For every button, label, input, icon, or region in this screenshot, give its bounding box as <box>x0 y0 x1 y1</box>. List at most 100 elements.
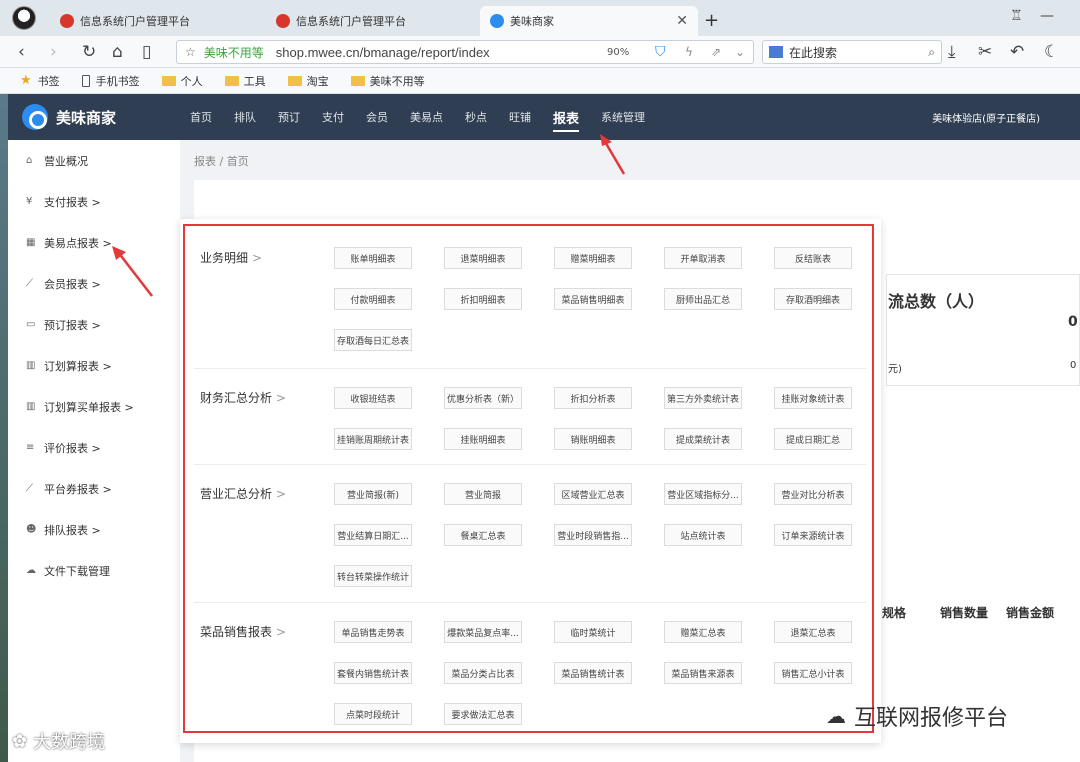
report-link-button[interactable]: 营业区域指标分... <box>664 483 742 505</box>
report-link-button[interactable]: 临时菜统计 <box>554 621 632 643</box>
report-link-button[interactable]: 菜品分类占比表 <box>444 662 522 684</box>
browser-tab-2[interactable]: 信息系统门户管理平台 <box>266 6 476 36</box>
share-icon[interactable]: ⇗ <box>711 45 721 59</box>
report-link-button[interactable]: 营业结算日期汇... <box>334 524 412 546</box>
bookmark-item[interactable]: 个人 <box>161 73 203 89</box>
user-avatar[interactable] <box>12 6 36 30</box>
sidebar-item[interactable]: ▦ 美易点报表 > <box>8 222 180 263</box>
url-text[interactable]: shop.mwee.cn/bmanage/report/index <box>276 45 490 60</box>
bookmark-item[interactable]: 手机书签 <box>81 73 140 89</box>
bookmark-item[interactable]: ★ 书签 <box>20 73 60 89</box>
moon-icon[interactable]: ☾ <box>1044 42 1059 62</box>
report-link-button[interactable]: 优惠分析表（新） <box>444 387 522 409</box>
scissors-icon[interactable]: ✂ <box>978 42 992 62</box>
report-link-button[interactable]: 要求做法汇总表 <box>444 703 522 725</box>
report-link-button[interactable]: 营业对比分析表 <box>774 483 852 505</box>
report-link-button[interactable]: 菜品销售来源表 <box>664 662 742 684</box>
home-icon[interactable]: ⌂ <box>112 42 123 62</box>
section-title[interactable]: 营业汇总分析 > <box>200 485 286 502</box>
sidebar-item[interactable]: ¥ 支付报表 > <box>8 181 180 222</box>
bookmark-item[interactable]: 工具 <box>224 73 266 89</box>
report-link-button[interactable]: 转台转菜操作统计 <box>334 565 412 587</box>
report-link-button[interactable]: 销账明细表 <box>554 428 632 450</box>
nav-item[interactable]: 报表 <box>553 94 580 140</box>
store-name[interactable]: 美味体验店(原子正餐店) <box>932 94 1040 140</box>
report-link-button[interactable]: 菜品销售统计表 <box>554 662 632 684</box>
nav-item[interactable]: 系统管理 <box>601 94 645 140</box>
report-link-button[interactable]: 爆款菜品复点率... <box>444 621 522 643</box>
report-link-button[interactable]: 站点统计表 <box>664 524 742 546</box>
bookmark-item[interactable]: 淘宝 <box>287 73 329 89</box>
minimize-icon[interactable]: — <box>1040 8 1054 24</box>
report-link-button[interactable]: 挂账对象统计表 <box>774 387 852 409</box>
report-link-button[interactable]: 收银班结表 <box>334 387 412 409</box>
address-bar[interactable]: ☆ 美味不用等 shop.mwee.cn/bmanage/report/inde… <box>176 40 754 64</box>
nav-item[interactable]: 排队 <box>234 94 256 140</box>
report-link-button[interactable]: 赠菜明细表 <box>554 247 632 269</box>
bookmark-star-icon[interactable]: ☆ <box>185 45 196 59</box>
nav-item[interactable]: 美易点 <box>410 94 443 140</box>
report-link-button[interactable]: 赠菜汇总表 <box>664 621 742 643</box>
nav-item[interactable]: 预订 <box>278 94 300 140</box>
chevron-down-icon[interactable]: ⌄ <box>735 45 745 59</box>
report-link-button[interactable]: 反结账表 <box>774 247 852 269</box>
section-title[interactable]: 菜品销售报表 > <box>200 623 286 640</box>
section-title[interactable]: 财务汇总分析 > <box>200 389 286 406</box>
report-link-button[interactable]: 点菜时段统计 <box>334 703 412 725</box>
report-link-button[interactable]: 退菜明细表 <box>444 247 522 269</box>
bolt-icon[interactable]: ϟ <box>685 45 693 59</box>
bookmark-item[interactable]: 美味不用等 <box>350 73 425 89</box>
report-link-button[interactable]: 开单取消表 <box>664 247 742 269</box>
search-engine-icon[interactable] <box>769 46 783 58</box>
sidebar-item[interactable]: ☻ 排队报表 > <box>8 509 180 550</box>
undo-icon[interactable]: ↶ <box>1010 42 1024 62</box>
nav-item[interactable]: 会员 <box>366 94 388 140</box>
report-link-button[interactable]: 第三方外卖统计表 <box>664 387 742 409</box>
search-box[interactable]: 在此搜索 ⌕ <box>762 40 942 64</box>
browser-tab-1[interactable]: 信息系统门户管理平台 <box>50 6 260 36</box>
report-link-button[interactable]: 折扣明细表 <box>444 288 522 310</box>
sidebar-item[interactable]: ≡ 评价报表 > <box>8 427 180 468</box>
search-input[interactable]: 在此搜索 <box>789 44 837 61</box>
nav-item[interactable]: 旺铺 <box>509 94 531 140</box>
report-link-button[interactable]: 销售汇总小计表 <box>774 662 852 684</box>
sidebar-item[interactable]: ⌂ 营业概况 <box>8 140 180 181</box>
nav-item[interactable]: 首页 <box>190 94 212 140</box>
report-link-button[interactable]: 存取酒每日汇总表 <box>334 329 412 351</box>
sidebar-item[interactable]: ⟋ 平台券报表 > <box>8 468 180 509</box>
report-link-button[interactable]: 挂账明细表 <box>444 428 522 450</box>
close-tab-icon[interactable]: ✕ <box>676 13 688 29</box>
report-link-button[interactable]: 套餐内销售统计表 <box>334 662 412 684</box>
search-icon[interactable]: ⌕ <box>928 45 935 60</box>
sidebar-item[interactable]: ⟋ 会员报表 > <box>8 263 180 304</box>
report-link-button[interactable]: 订单来源统计表 <box>774 524 852 546</box>
nav-item[interactable]: 支付 <box>322 94 344 140</box>
report-link-button[interactable]: 营业简报 <box>444 483 522 505</box>
forward-icon[interactable]: › <box>50 42 57 62</box>
reload-icon[interactable]: ↻ <box>82 42 96 62</box>
nav-item[interactable]: 秒点 <box>465 94 487 140</box>
report-link-button[interactable]: 提成日期汇总 <box>774 428 852 450</box>
sidebar-item[interactable]: ▥ 订划算报表 > <box>8 345 180 386</box>
report-link-button[interactable]: 付款明细表 <box>334 288 412 310</box>
report-link-button[interactable]: 区域营业汇总表 <box>554 483 632 505</box>
reader-icon[interactable]: ▯ <box>142 42 151 62</box>
report-link-button[interactable]: 退菜汇总表 <box>774 621 852 643</box>
shield-icon[interactable]: ⛉ <box>655 44 666 60</box>
report-link-button[interactable]: 餐桌汇总表 <box>444 524 522 546</box>
report-link-button[interactable]: 单品销售走势表 <box>334 621 412 643</box>
shirt-icon[interactable]: ♖ <box>1010 8 1023 24</box>
back-icon[interactable]: ‹ <box>18 42 25 62</box>
brand-logo[interactable]: 美味商家 <box>22 104 116 130</box>
download-icon[interactable]: ⤓ <box>948 42 956 62</box>
report-link-button[interactable]: 提成菜统计表 <box>664 428 742 450</box>
zoom-level[interactable]: 90% <box>607 47 629 58</box>
sidebar-item[interactable]: ▭ 预订报表 > <box>8 304 180 345</box>
new-tab-button[interactable]: + <box>704 10 719 31</box>
report-link-button[interactable]: 存取酒明细表 <box>774 288 852 310</box>
report-link-button[interactable]: 厨师出品汇总 <box>664 288 742 310</box>
report-link-button[interactable]: 账单明细表 <box>334 247 412 269</box>
report-link-button[interactable]: 营业简报(新) <box>334 483 412 505</box>
report-link-button[interactable]: 折扣分析表 <box>554 387 632 409</box>
browser-tab-3-active[interactable]: 美味商家 ✕ <box>480 6 698 36</box>
